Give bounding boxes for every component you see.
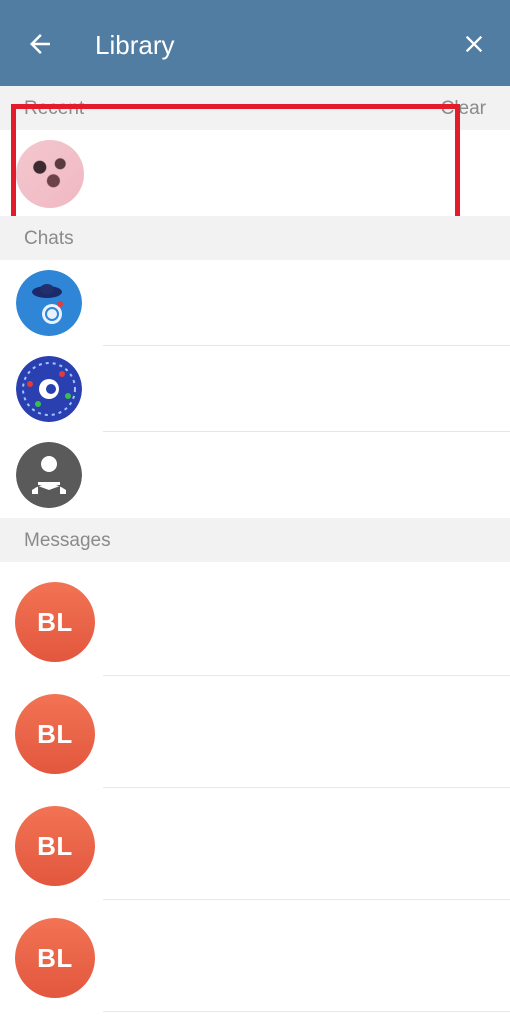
ufo-avatar (16, 270, 82, 336)
message-item[interactable]: BL (0, 564, 510, 676)
row-divider (103, 1011, 510, 1012)
chat-item[interactable] (0, 346, 510, 432)
arrow-left-icon (30, 34, 50, 54)
initials-avatar: BL (15, 918, 95, 998)
chats-section-header: Chats (0, 216, 510, 260)
initials-avatar: BL (15, 806, 95, 886)
reading-person-avatar (16, 442, 82, 508)
messages-section-header: Messages (0, 518, 510, 562)
message-item[interactable]: BL (0, 900, 510, 1012)
message-item[interactable]: BL (0, 676, 510, 788)
highlight-box (11, 104, 460, 224)
close-button[interactable] (456, 26, 492, 62)
close-icon (465, 35, 483, 53)
page-title: Library (95, 30, 175, 60)
chat-item[interactable] (0, 432, 510, 518)
messages-label: Messages (24, 530, 111, 551)
initials-avatar: BL (15, 582, 95, 662)
app-bar: Library (0, 0, 510, 86)
chats-label: Chats (24, 228, 74, 249)
festive-logo-avatar (16, 356, 82, 422)
back-button[interactable] (22, 26, 58, 62)
chat-item[interactable] (0, 260, 510, 346)
message-item[interactable]: BL (0, 788, 510, 900)
initials-avatar: BL (15, 694, 95, 774)
